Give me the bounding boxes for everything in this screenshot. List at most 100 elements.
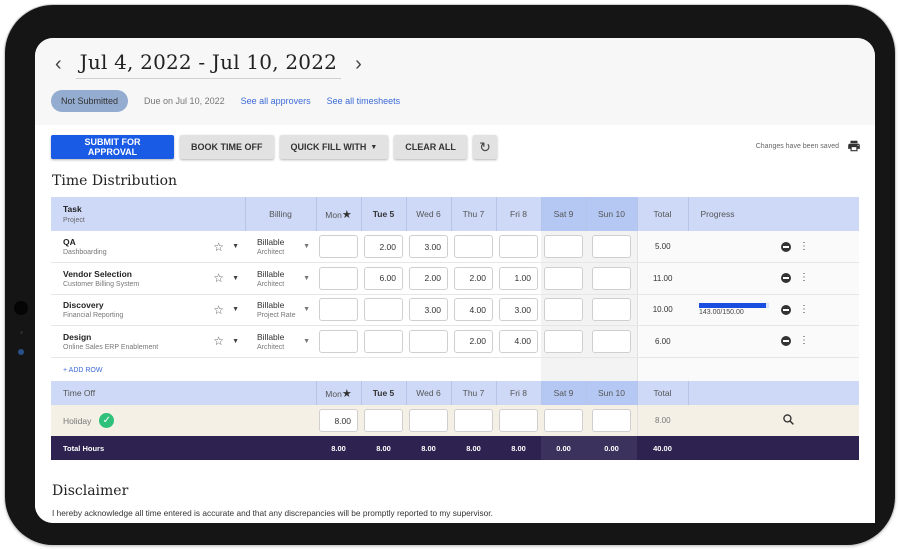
book-time-off-button[interactable]: BOOK TIME OFF bbox=[180, 135, 274, 159]
see-all-timesheets-link[interactable]: See all timesheets bbox=[327, 96, 401, 106]
hour-input-sun[interactable] bbox=[591, 266, 631, 290]
hour-input-mon[interactable] bbox=[319, 298, 358, 322]
screen: ‹ Jul 4, 2022 - Jul 10, 2022 › Not Submi… bbox=[35, 38, 875, 523]
hour-input-sat[interactable] bbox=[544, 329, 583, 353]
hour-input-sun[interactable] bbox=[591, 409, 631, 432]
total-thu: 8.00 bbox=[451, 436, 496, 460]
time-off-day-sat: Sat 9 bbox=[541, 381, 587, 405]
total-hours-row: Total Hours 8.00 8.00 8.00 8.00 8.00 0.0… bbox=[51, 436, 859, 460]
hour-input-wed[interactable] bbox=[409, 329, 448, 353]
more-options-icon[interactable]: ⋮ bbox=[799, 273, 809, 283]
search-icon[interactable] bbox=[782, 413, 795, 426]
status-row: Not Submitted Due on Jul 10, 2022 See al… bbox=[51, 90, 400, 112]
hour-input-fri[interactable] bbox=[499, 409, 538, 432]
hour-input-sun[interactable] bbox=[591, 298, 631, 322]
chevron-left-icon[interactable]: ‹ bbox=[55, 53, 62, 76]
hour-input-fri[interactable] bbox=[499, 329, 538, 353]
billing-select[interactable]: Billable Architect ▼ bbox=[245, 269, 316, 288]
refresh-button[interactable]: ↻ bbox=[472, 135, 497, 159]
timesheet-header: ‹ Jul 4, 2022 - Jul 10, 2022 › Not Submi… bbox=[35, 38, 875, 125]
hour-input-wed[interactable] bbox=[409, 409, 448, 432]
hour-input-tue[interactable] bbox=[364, 235, 403, 258]
date-navigation: ‹ Jul 4, 2022 - Jul 10, 2022 › bbox=[55, 50, 362, 79]
time-off-header: Time Off Mon★ Tue 5 Wed 6 Thu 7 Fri 8 Sa… bbox=[51, 381, 859, 405]
hour-input-fri[interactable] bbox=[499, 298, 538, 322]
star-outline-icon[interactable]: ☆ bbox=[213, 271, 224, 285]
remove-row-icon[interactable] bbox=[781, 304, 791, 315]
caret-down-icon[interactable]: ▼ bbox=[232, 306, 239, 313]
hour-input-thu[interactable] bbox=[454, 266, 493, 290]
hour-input-thu[interactable] bbox=[454, 409, 493, 432]
hour-input-wed[interactable] bbox=[409, 235, 448, 258]
star-filled-icon: ★ bbox=[341, 387, 352, 400]
time-off-header-label: Time Off bbox=[51, 381, 317, 405]
star-outline-icon[interactable]: ☆ bbox=[213, 303, 224, 317]
date-range-title[interactable]: Jul 4, 2022 - Jul 10, 2022 bbox=[75, 50, 342, 79]
caret-down-icon[interactable]: ▼ bbox=[232, 338, 239, 345]
star-outline-icon[interactable]: ☆ bbox=[213, 240, 224, 254]
hour-input-mon[interactable] bbox=[319, 329, 358, 353]
chevron-right-icon[interactable]: › bbox=[355, 53, 362, 76]
remove-row-icon[interactable] bbox=[781, 336, 791, 347]
refresh-icon: ↻ bbox=[479, 138, 491, 155]
hour-input-wed[interactable] bbox=[409, 266, 448, 290]
more-options-icon[interactable]: ⋮ bbox=[799, 336, 809, 346]
see-all-approvers-link[interactable]: See all approvers bbox=[241, 96, 311, 106]
star-outline-icon[interactable]: ☆ bbox=[213, 334, 224, 348]
billing-select[interactable]: Billable Project Rate ▼ bbox=[245, 300, 316, 319]
hour-input-fri[interactable] bbox=[499, 235, 538, 258]
task-header-label: Task bbox=[63, 204, 82, 214]
billing-rate: Project Rate bbox=[257, 312, 296, 320]
hour-input-sat[interactable] bbox=[544, 409, 583, 432]
project-name: Customer Billing System bbox=[63, 280, 140, 288]
total-column-header: Total bbox=[637, 197, 689, 231]
project-header-label: Project bbox=[63, 217, 85, 224]
hour-input-thu[interactable] bbox=[454, 235, 493, 258]
progress-fill bbox=[699, 303, 766, 309]
hour-input-mon[interactable] bbox=[319, 409, 358, 432]
table-row: Design Online Sales ERP Enablement ☆ ▼ B… bbox=[51, 325, 859, 358]
grand-total: 40.00 bbox=[637, 436, 688, 460]
add-row-button[interactable]: + ADD ROW bbox=[51, 367, 102, 374]
hour-input-tue[interactable] bbox=[364, 329, 403, 353]
table-row: QA Dashboarding ☆ ▼ Billable Architect ▼… bbox=[51, 231, 859, 263]
caret-down-icon[interactable]: ▼ bbox=[232, 275, 239, 282]
hour-input-thu[interactable] bbox=[454, 298, 493, 322]
time-off-type: Holiday bbox=[63, 415, 92, 426]
quick-fill-button[interactable]: QUICK FILL WITH ▼ bbox=[279, 135, 389, 159]
hour-input-mon[interactable] bbox=[319, 235, 358, 258]
hour-input-thu[interactable] bbox=[454, 329, 493, 353]
hour-input-fri[interactable] bbox=[499, 266, 538, 290]
more-options-icon[interactable]: ⋮ bbox=[799, 304, 809, 315]
clear-all-button[interactable]: CLEAR ALL bbox=[394, 135, 467, 159]
more-options-icon[interactable]: ⋮ bbox=[799, 241, 809, 252]
billing-select[interactable]: Billable Architect ▼ bbox=[245, 332, 316, 351]
hour-input-sat[interactable] bbox=[544, 266, 583, 290]
star-filled-icon: ★ bbox=[341, 208, 352, 221]
hour-input-sat[interactable] bbox=[544, 298, 583, 322]
hour-input-mon[interactable] bbox=[319, 266, 358, 290]
hour-input-sat[interactable] bbox=[544, 235, 583, 258]
hour-input-tue[interactable] bbox=[364, 298, 403, 322]
time-off-row-total: 8.00 bbox=[636, 405, 688, 436]
caret-down-icon[interactable]: ▼ bbox=[232, 243, 239, 250]
hour-input-sun[interactable] bbox=[591, 235, 631, 258]
day-header-thu: Thu 7 bbox=[451, 197, 497, 231]
printer-icon[interactable] bbox=[847, 139, 861, 153]
billing-select[interactable]: Billable Architect ▼ bbox=[245, 237, 316, 256]
time-off-day-thu: Thu 7 bbox=[451, 381, 497, 405]
project-name: Financial Reporting bbox=[63, 312, 124, 320]
remove-row-icon[interactable] bbox=[781, 273, 791, 284]
hour-input-tue[interactable] bbox=[364, 409, 403, 432]
hour-input-wed[interactable] bbox=[409, 298, 448, 322]
caret-down-icon: ▼ bbox=[303, 337, 310, 345]
progress-label: 143.00/150.00 bbox=[699, 309, 744, 317]
task-name: Discovery bbox=[63, 300, 104, 311]
day-header-sun: Sun 10 bbox=[586, 197, 638, 231]
submit-for-approval-button[interactable]: SUBMIT FOR APPROVAL bbox=[51, 135, 174, 159]
remove-row-icon[interactable] bbox=[781, 241, 791, 252]
hour-input-sun[interactable] bbox=[591, 329, 631, 353]
save-status: Changes have been saved bbox=[755, 143, 839, 150]
hour-input-tue[interactable] bbox=[364, 266, 403, 290]
total-wed: 8.00 bbox=[406, 436, 451, 460]
